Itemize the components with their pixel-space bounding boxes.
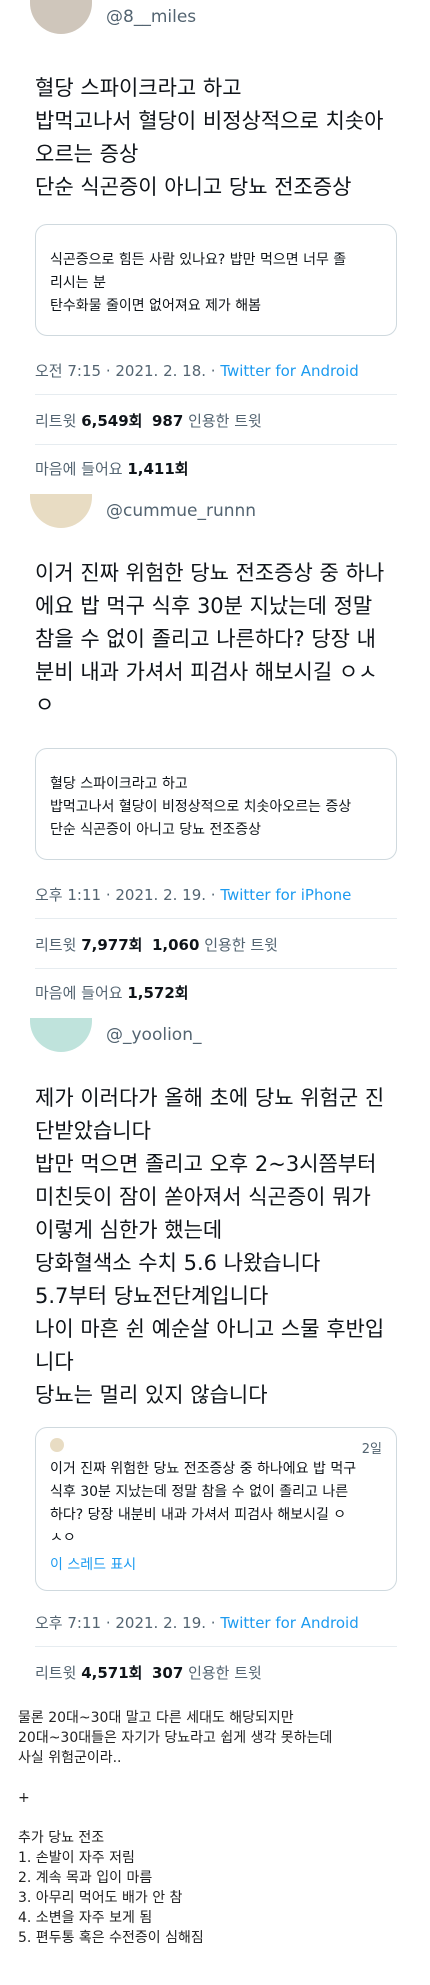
divider bbox=[35, 1646, 397, 1647]
quote-line: ㅅㅇ bbox=[50, 1530, 76, 1546]
quoted-tweet[interactable]: 식곤증으로 힘든 사람 있나요? 밥만 먹으면 너무 졸 리시는 분 탄수화물 … bbox=[35, 224, 397, 336]
tweet-line: 나이 마흔 쉰 예순살 아니고 스물 후반입 bbox=[35, 1317, 385, 1341]
quoted-tweet[interactable]: 혈당 스파이크라고 하고 밥먹고나서 혈당이 비정상적으로 치솟아오르는 증상 … bbox=[35, 748, 397, 860]
divider bbox=[35, 918, 397, 919]
tweet-likes: 마음에 들어요 1,411회 bbox=[35, 460, 189, 478]
quote-line: 단순 식곤증이 아니고 당뇨 전조증상 bbox=[50, 822, 261, 838]
retweet-count[interactable]: 7,977회 bbox=[81, 936, 142, 954]
divider bbox=[35, 444, 397, 445]
tweet-header: @cummue_runnn bbox=[30, 494, 256, 528]
avatar bbox=[50, 1438, 64, 1452]
commentary-line: 3. 아무리 먹어도 배가 안 참 bbox=[18, 1890, 183, 1906]
tweet-stats: 리트윗 6,549회 987 인용한 트윗 bbox=[35, 412, 262, 430]
quote-count[interactable]: 1,060 bbox=[152, 936, 199, 954]
tweet-body: 제가 이러다가 올해 초에 당뇨 위험군 진 단받았습니다 밥만 먹으면 졸리고… bbox=[35, 1082, 405, 1412]
tweet-line: 밥먹고나서 혈당이 비정상적으로 치솟아 bbox=[35, 109, 384, 133]
tweet-line: 단받았습니다 bbox=[35, 1119, 151, 1143]
quote-line: 식후 30분 지났는데 정말 참을 수 없이 졸리고 나른 bbox=[50, 1484, 349, 1500]
commentary-line: 사실 위험군이라.. bbox=[18, 1750, 122, 1766]
tweet-header: @_yoolion_ bbox=[30, 1018, 201, 1052]
tweet-line: 제가 이러다가 올해 초에 당뇨 위험군 진 bbox=[35, 1086, 385, 1110]
tweet-line: 당화혈색소 수치 5.6 나왔습니다 bbox=[35, 1251, 321, 1275]
tweet-timestamp: 오전 7:15 · 2021. 2. 18. · Twitter for And… bbox=[35, 362, 359, 380]
quote-line: 식곤증으로 힘든 사람 있나요? 밥만 먹으면 너무 졸 bbox=[50, 252, 347, 268]
tweet-body: 혈당 스파이크라고 하고 밥먹고나서 혈당이 비정상적으로 치솟아 오르는 증상… bbox=[35, 72, 405, 204]
commentary-line bbox=[18, 1768, 418, 1788]
commentary-line: 1. 손발이 자주 저림 bbox=[18, 1850, 135, 1866]
like-count[interactable]: 1,411회 bbox=[127, 460, 188, 478]
show-thread-link[interactable]: 이 스레드 표시 bbox=[50, 1554, 382, 1574]
divider bbox=[35, 394, 397, 395]
quoted-tweet[interactable]: 2일 이거 진짜 위험한 당뇨 전조증상 중 하나에요 밥 먹구 식후 30분 … bbox=[35, 1427, 397, 1591]
tweet-source[interactable]: Twitter for Android bbox=[220, 362, 358, 380]
commentary-line: 추가 당뇨 전조 bbox=[18, 1830, 105, 1846]
commentary-line bbox=[18, 1808, 418, 1828]
tweet-stats: 리트윗 7,977회 1,060 인용한 트윗 bbox=[35, 936, 278, 954]
tweet-line: 에요 밥 먹구 식후 30분 지났는데 정말 bbox=[35, 594, 373, 618]
tweet-line: ㅇ bbox=[35, 693, 55, 717]
tweet-line: 밥만 먹으면 졸리고 오후 2~3시쯤부터 bbox=[35, 1152, 377, 1176]
quote-line: 밥먹고나서 혈당이 비정상적으로 치솟아오르는 증상 bbox=[50, 799, 352, 815]
commentary-line: 5. 편두통 혹은 수전증이 심해짐 bbox=[18, 1930, 204, 1946]
quote-header: 2일 bbox=[50, 1438, 382, 1457]
tweet-line: 이렇게 심한가 했는데 bbox=[35, 1218, 223, 1242]
tweet-line: 미친듯이 잠이 쏟아져서 식곤증이 뭐가 bbox=[35, 1185, 371, 1209]
tweet-line: 5.7부터 당뇨전단계입니다 bbox=[35, 1284, 269, 1308]
quote-line: 리시는 분 bbox=[50, 275, 106, 291]
commentary-line: + bbox=[18, 1790, 30, 1806]
tweet-line: 분비 내과 가셔서 피검사 해보시길 ㅇㅅ bbox=[35, 660, 378, 684]
quote-line: 하다? 당장 내분비 내과 가셔서 피검사 해보시길 ㅇ bbox=[50, 1507, 347, 1523]
tweet-line: 단순 식곤증이 아니고 당뇨 전조증상 bbox=[35, 175, 352, 199]
retweet-count[interactable]: 4,571회 bbox=[81, 1664, 142, 1682]
avatar[interactable] bbox=[30, 0, 92, 34]
user-handle[interactable]: @_yoolion_ bbox=[106, 1025, 201, 1045]
quote-line: 탄수화물 줄이면 없어져요 제가 해봄 bbox=[50, 298, 261, 314]
avatar[interactable] bbox=[30, 494, 92, 528]
tweet-source[interactable]: Twitter for iPhone bbox=[220, 886, 351, 904]
quote-date: 2일 bbox=[361, 1442, 382, 1457]
tweet-timestamp: 오후 1:11 · 2021. 2. 19. · Twitter for iPh… bbox=[35, 886, 352, 904]
tweet-line: 참을 수 없이 졸리고 나른하다? 당장 내 bbox=[35, 627, 376, 651]
user-handle[interactable]: @8__miles bbox=[106, 7, 196, 27]
commentary-line: 20대~30대들은 자기가 당뇨라고 쉽게 생각 못하는데 bbox=[18, 1730, 333, 1746]
user-handle[interactable]: @cummue_runnn bbox=[106, 501, 256, 521]
tweet-line: 이거 진짜 위험한 당뇨 전조증상 중 하나 bbox=[35, 561, 385, 585]
quote-count[interactable]: 307 bbox=[152, 1664, 183, 1682]
commentary: 물론 20대~30대 말고 다른 세대도 해당되지만 20대~30대들은 자기가… bbox=[18, 1708, 418, 1948]
tweet-stats: 리트윗 4,571회 307 인용한 트윗 bbox=[35, 1664, 262, 1682]
like-count[interactable]: 1,572회 bbox=[127, 984, 188, 1002]
commentary-line: 4. 소변을 자주 보게 됨 bbox=[18, 1910, 153, 1926]
tweet-header: @8__miles bbox=[30, 0, 196, 34]
tweet-timestamp: 오후 7:11 · 2021. 2. 19. · Twitter for And… bbox=[35, 1614, 359, 1632]
quote-line: 이거 진짜 위험한 당뇨 전조증상 중 하나에요 밥 먹구 bbox=[50, 1461, 357, 1477]
tweet-body: 이거 진짜 위험한 당뇨 전조증상 중 하나 에요 밥 먹구 식후 30분 지났… bbox=[35, 557, 405, 722]
quote-count[interactable]: 987 bbox=[152, 412, 183, 430]
tweet-likes: 마음에 들어요 1,572회 bbox=[35, 984, 189, 1002]
tweet-line: 당뇨는 멀리 있지 않습니다 bbox=[35, 1383, 268, 1407]
divider bbox=[35, 968, 397, 969]
tweet-line: 오르는 증상 bbox=[35, 142, 139, 166]
avatar[interactable] bbox=[30, 1018, 92, 1052]
quote-line: 혈당 스파이크라고 하고 bbox=[50, 776, 188, 792]
commentary-line: 2. 계속 목과 입이 마름 bbox=[18, 1870, 153, 1886]
tweet-line: 니다 bbox=[35, 1350, 74, 1374]
retweet-count[interactable]: 6,549회 bbox=[81, 412, 142, 430]
tweet-source[interactable]: Twitter for Android bbox=[220, 1614, 358, 1632]
tweet-line: 혈당 스파이크라고 하고 bbox=[35, 76, 242, 100]
commentary-line: 물론 20대~30대 말고 다른 세대도 해당되지만 bbox=[18, 1710, 294, 1726]
